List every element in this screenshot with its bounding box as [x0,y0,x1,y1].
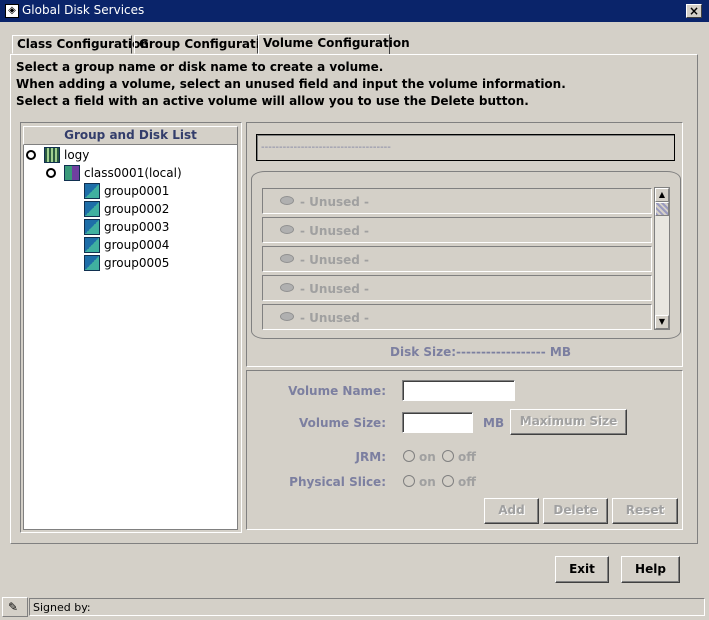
tree-node-root[interactable]: logy [64,148,89,162]
window-title: Global Disk Services [22,3,145,17]
physical-slice-label: Physical Slice: [289,475,386,489]
maximum-size-button[interactable]: Maximum Size [510,409,627,435]
certificate-icon: ✎ [8,600,19,614]
title-bar: ◈ Global Disk Services × [0,0,709,22]
volume-row[interactable]: - Unused - [262,304,652,330]
mb-unit-label: MB [483,416,505,430]
volume-row[interactable]: - Unused - [262,246,652,272]
volume-size-label: Volume Size: [298,416,386,430]
tree-node-group[interactable]: group0004 [104,238,169,252]
disk-size-label: Disk Size:------------------ MB [390,345,571,359]
tab-volume-configuration[interactable]: Volume Configuration [258,34,410,55]
group-node-icon [84,201,100,217]
group-node-icon [84,237,100,253]
physical-slice-off-radio[interactable] [442,475,454,487]
group-node-icon [84,219,100,235]
volume-group-title-box: ------------------------------------ [256,134,675,161]
tree-node-group[interactable]: group0002 [104,202,169,216]
expand-toggle-icon[interactable] [26,150,36,160]
group-node-icon [84,183,100,199]
root-node-icon [44,147,60,163]
scroll-up-arrow-icon[interactable]: ▲ [655,188,669,202]
tab-group-configuration[interactable]: Group Configuration [134,35,277,54]
scroll-down-arrow-icon[interactable]: ▼ [655,315,669,329]
scroll-thumb[interactable] [655,202,669,216]
disk-icon [280,312,294,321]
volume-row-label: - Unused - [300,253,370,267]
disk-icon [280,196,294,205]
app-icon: ◈ [5,4,19,18]
tree-node-group[interactable]: group0005 [104,256,169,270]
jrm-off-label: off [458,450,476,464]
exit-button[interactable]: Exit [555,556,609,583]
volume-row-label: - Unused - [300,311,370,325]
tree-node-class[interactable]: class0001(local) [84,166,182,180]
volume-row-label: - Unused - [300,282,370,296]
close-button[interactable]: × [686,4,702,18]
add-button[interactable]: Add [484,498,539,524]
instruction-line-3: Select a field with an active volume wil… [16,94,529,108]
jrm-on-label: on [419,450,436,464]
delete-button[interactable]: Delete [543,498,608,524]
status-bar: Signed by: [29,598,705,616]
volume-group-name: ------------------------------------ [261,142,391,153]
disk-icon [280,254,294,263]
tree-node-group[interactable]: group0001 [104,184,169,198]
tree-header: Group and Disk List [23,126,238,145]
group-node-icon [84,255,100,271]
volume-name-input[interactable] [402,380,515,401]
instruction-line-1: Select a group name or disk name to crea… [16,60,384,74]
tab-class-configuration[interactable]: Class Configuration [12,35,149,54]
jrm-label: JRM: [355,450,386,464]
disk-icon [280,283,294,292]
volume-name-label: Volume Name: [288,384,386,398]
disk-icon [280,225,294,234]
help-button[interactable]: Help [621,556,680,583]
volume-row[interactable]: - Unused - [262,188,652,214]
tree-node-group[interactable]: group0003 [104,220,169,234]
expand-toggle-icon[interactable] [46,168,56,178]
volume-row[interactable]: - Unused - [262,217,652,243]
physical-slice-off-label: off [458,475,476,489]
volume-row[interactable]: - Unused - [262,275,652,301]
volume-row-label: - Unused - [300,224,370,238]
volume-row-label: - Unused - [300,195,370,209]
status-text: Signed by: [33,601,91,614]
instruction-line-2: When adding a volume, select an unused f… [16,77,566,91]
physical-slice-on-label: on [419,475,436,489]
status-icon-cell: ✎ [2,597,28,617]
physical-slice-on-radio[interactable] [403,475,415,487]
volume-size-input[interactable] [402,412,473,433]
jrm-on-radio[interactable] [403,450,415,462]
jrm-off-radio[interactable] [442,450,454,462]
reset-button[interactable]: Reset [612,498,678,524]
class-node-icon [64,165,80,181]
